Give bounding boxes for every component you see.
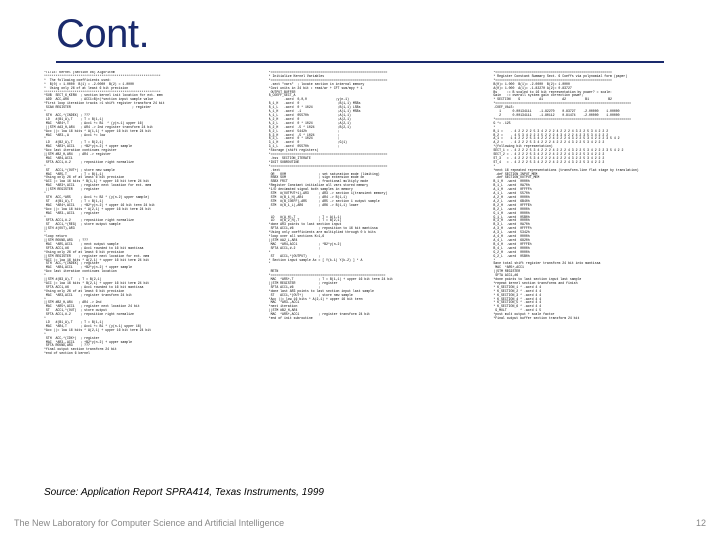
code-column-1: *TITLE: Kernel (Section #6) Algorithm **…	[44, 71, 255, 356]
code-columns: *TITLE: Kernel (Section #6) Algorithm **…	[0, 63, 720, 356]
code-column-2: *=======================================…	[269, 71, 480, 356]
code-column-3: *=======================================…	[493, 71, 704, 356]
source-citation: Source: Application Report SPRA414, Texa…	[44, 487, 324, 498]
title-wrap: Cont.	[0, 0, 720, 57]
slide-number: 12	[696, 518, 706, 528]
slide-title: Cont.	[56, 12, 720, 57]
footer-left: The New Laboratory for Computer Science …	[14, 518, 284, 528]
slide: Cont. *TITLE: Kernel (Section #6) Algori…	[0, 0, 720, 540]
